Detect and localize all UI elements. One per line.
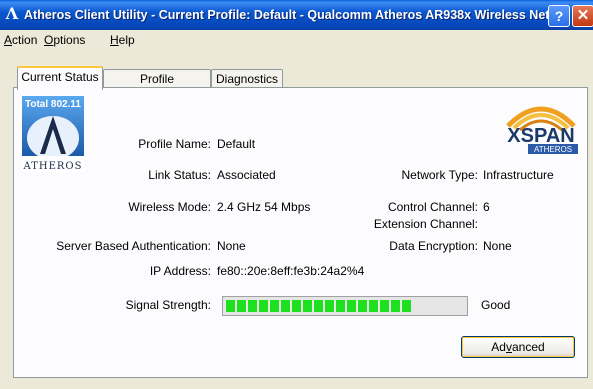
signal-segment [402, 300, 411, 312]
data-encryption-label: Data Encryption: [389, 239, 478, 253]
atheros-client-utility-window: Λ Atheros Client Utility - Current Profi… [0, 0, 593, 389]
signal-segment [237, 300, 246, 312]
xspan-logo: XSPAN ATHEROS [502, 94, 580, 158]
atheros-logo-icon: Λ [5, 4, 19, 23]
signal-segment [270, 300, 279, 312]
menu-options[interactable]: Options [44, 33, 85, 47]
signal-segment [281, 300, 290, 312]
menu-help-label: Help [110, 33, 135, 47]
tab-profile-management[interactable]: Profile Management [103, 69, 211, 104]
tab-diagnostics[interactable]: Diagnostics [211, 69, 283, 88]
current-status-panel: ATHEROS Total 802.11 XSPAN ATHEROS Profi… [13, 87, 588, 378]
signal-segment [336, 300, 345, 312]
network-type-value: Infrastructure [483, 168, 554, 182]
server-auth-value: None [217, 239, 246, 253]
signal-segment [347, 300, 356, 312]
server-auth-label: Server Based Authentication: [56, 239, 211, 253]
menu-bar: Action Options Help [0, 30, 593, 50]
window-title: Atheros Client Utility - Current Profile… [24, 8, 560, 22]
wireless-mode-value: 2.4 GHz 54 Mbps [217, 200, 311, 214]
atheros-total-80211-logo: ATHEROS Total 802.11 [22, 96, 84, 172]
close-button[interactable]: ✕ [572, 5, 593, 27]
advanced-button-label: Advanced [491, 340, 545, 354]
total-80211-logo-text: Total 802.11 [25, 99, 81, 110]
menu-action-label: Action [4, 33, 38, 47]
xspan-atheros-text: ATHEROS [534, 145, 572, 154]
xspan-logo-wordmark: XSPAN [507, 125, 574, 147]
signal-segment [391, 300, 400, 312]
menu-action[interactable]: Action [4, 33, 37, 47]
signal-segment [259, 300, 268, 312]
control-channel-value: 6 [483, 200, 490, 214]
data-encryption-value: None [483, 239, 512, 253]
ip-address-label: IP Address: [149, 264, 211, 278]
signal-segment [380, 300, 389, 312]
signal-segment [303, 300, 312, 312]
menu-options-label: Options [44, 33, 86, 47]
signal-segment [325, 300, 334, 312]
signal-segment [358, 300, 367, 312]
tab-strip: Current Status Profile Management Diagno… [0, 66, 593, 104]
tab-current-status[interactable]: Current Status [17, 66, 103, 90]
signal-strength-label: Signal Strength: [125, 298, 211, 312]
signal-segment [369, 300, 378, 312]
extension-channel-label: Extension Channel: [373, 217, 478, 231]
signal-strength-bar [222, 296, 468, 316]
advanced-button[interactable]: Advanced [461, 336, 575, 358]
signal-segment [314, 300, 323, 312]
signal-segment [292, 300, 301, 312]
signal-strength-text: Good [481, 298, 511, 312]
profile-name-label: Profile Name: [138, 137, 211, 151]
wireless-mode-label: Wireless Mode: [128, 200, 211, 214]
link-status-label: Link Status: [148, 168, 211, 182]
link-status-value: Associated [217, 168, 276, 182]
network-type-label: Network Type: [401, 168, 478, 182]
help-button[interactable]: ? [548, 5, 570, 27]
title-bar[interactable]: Λ Atheros Client Utility - Current Profi… [0, 0, 593, 30]
control-channel-label: Control Channel: [387, 200, 478, 214]
menu-help[interactable]: Help [110, 33, 135, 47]
signal-segment [226, 300, 235, 312]
signal-segment [248, 300, 257, 312]
profile-name-value: Default [217, 137, 256, 151]
ip-address-value: fe80::20e:8eff:fe3b:24a2%4 [217, 264, 365, 278]
